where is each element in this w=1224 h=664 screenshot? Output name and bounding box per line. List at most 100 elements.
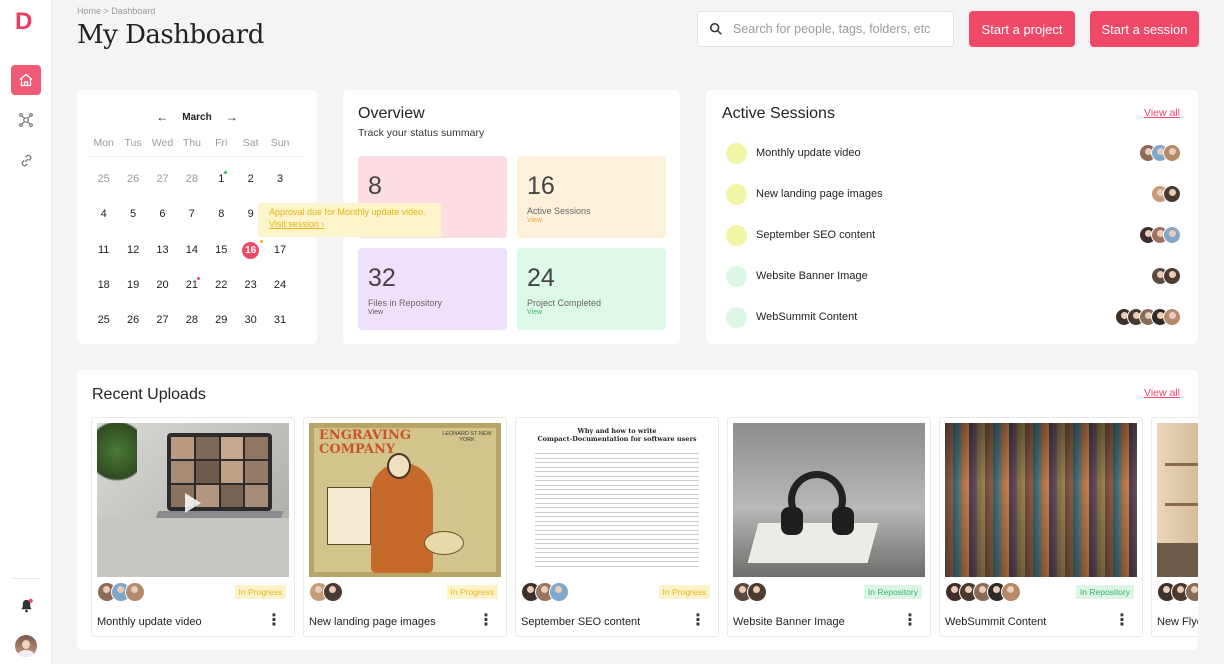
upload-avatars bbox=[1157, 582, 1198, 602]
calendar-day[interactable]: 5 bbox=[118, 208, 147, 220]
calendar-day[interactable]: 26 bbox=[118, 173, 147, 185]
stat-view-link[interactable]: View bbox=[527, 217, 656, 224]
calendar-day[interactable]: 29 bbox=[207, 314, 236, 326]
calendar-day[interactable]: 15 bbox=[207, 244, 236, 259]
session-name: Monthly update video bbox=[756, 147, 861, 159]
calendar-day[interactable]: 1 bbox=[207, 171, 236, 185]
calendar-day-today[interactable]: 16 bbox=[236, 240, 265, 259]
stat-card-files[interactable]: 32 Files in Repository View bbox=[358, 248, 507, 330]
session-item[interactable]: Website Banner Image bbox=[726, 265, 1181, 287]
upload-card[interactable]: In Progress Monthly update video ⋮ bbox=[91, 417, 295, 637]
paper-title: Why and how to write bbox=[577, 427, 657, 435]
calendar-day[interactable]: 14 bbox=[177, 244, 206, 259]
search-icon bbox=[709, 22, 722, 35]
more-options-icon[interactable]: ⋮ bbox=[1114, 613, 1130, 629]
calendar-day[interactable]: 21 bbox=[177, 277, 206, 291]
avatar bbox=[323, 582, 343, 602]
breadcrumb[interactable]: Home > Dashboard bbox=[77, 6, 155, 16]
calendar-day[interactable]: 12 bbox=[118, 244, 147, 259]
visit-session-link[interactable]: Visit session › bbox=[269, 219, 430, 229]
calendar-day[interactable]: 27 bbox=[148, 314, 177, 326]
upload-card[interactable]: ENGRAVING COMPANY LEONARD ST NEW YORK In… bbox=[303, 417, 507, 637]
weekday-label: Sat bbox=[242, 137, 259, 149]
status-badge: In Progress bbox=[234, 585, 286, 599]
calendar-day[interactable]: 11 bbox=[89, 244, 118, 259]
event-dot bbox=[196, 277, 200, 280]
sidebar-item-home[interactable] bbox=[11, 65, 41, 95]
session-status-dot bbox=[726, 306, 747, 328]
stat-view-link[interactable]: View bbox=[368, 309, 497, 316]
calendar-week: 25 26 27 28 1 2 3 bbox=[89, 171, 309, 185]
calendar-day[interactable]: 23 bbox=[236, 279, 265, 291]
app-logo[interactable]: D bbox=[15, 8, 32, 36]
more-options-icon[interactable]: ⋮ bbox=[266, 613, 282, 629]
start-session-button[interactable]: Start a session bbox=[1090, 11, 1199, 47]
calendar-day[interactable]: 8 bbox=[207, 208, 236, 220]
upload-card[interactable]: Why and how to write Compact-Documentati… bbox=[515, 417, 719, 637]
calendar-day[interactable]: 31 bbox=[265, 314, 294, 326]
session-avatars bbox=[1115, 308, 1181, 326]
user-avatar[interactable] bbox=[11, 631, 41, 661]
calendar-day[interactable]: 19 bbox=[118, 279, 147, 291]
sidebar-item-links[interactable] bbox=[11, 145, 41, 175]
weekday-label: Thu bbox=[182, 137, 201, 149]
calendar-day[interactable]: 28 bbox=[177, 173, 206, 185]
search-input[interactable] bbox=[733, 22, 943, 36]
calendar-day[interactable]: 17 bbox=[265, 244, 294, 259]
upload-thumbnail: ENGRAVING COMPANY LEONARD ST NEW YORK bbox=[309, 423, 501, 577]
calendar-day[interactable]: 27 bbox=[148, 173, 177, 185]
upload-card[interactable]: New Flye bbox=[1151, 417, 1198, 637]
calendar-day[interactable]: 2 bbox=[236, 173, 265, 185]
calendar-day-number: 21 bbox=[185, 279, 198, 291]
session-item[interactable]: WebSummit Content bbox=[726, 306, 1181, 328]
calendar-day[interactable]: 24 bbox=[265, 279, 294, 291]
next-month-button[interactable]: → bbox=[226, 110, 238, 124]
more-options-icon[interactable]: ⋮ bbox=[902, 613, 918, 629]
more-options-icon[interactable]: ⋮ bbox=[690, 613, 706, 629]
sidebar-item-network[interactable] bbox=[11, 105, 41, 135]
session-item[interactable]: September SEO content bbox=[726, 224, 1181, 246]
session-avatars bbox=[1139, 226, 1181, 244]
calendar-day[interactable]: 25 bbox=[89, 314, 118, 326]
overview-title: Overview bbox=[358, 105, 425, 122]
upload-thumbnail: Why and how to write Compact-Documentati… bbox=[521, 423, 713, 577]
session-status-dot bbox=[726, 265, 747, 287]
calendar-day[interactable]: 25 bbox=[89, 173, 118, 185]
calendar-day[interactable]: 30 bbox=[236, 314, 265, 326]
more-options-icon[interactable]: ⋮ bbox=[478, 613, 494, 629]
notifications-button[interactable] bbox=[11, 590, 41, 620]
recent-uploads-view-all[interactable]: View all bbox=[1144, 387, 1180, 399]
sidebar: D bbox=[0, 0, 52, 664]
session-item[interactable]: Monthly update video bbox=[726, 142, 1181, 164]
calendar-day[interactable]: 13 bbox=[148, 244, 177, 259]
calendar-day-number: 1 bbox=[218, 173, 225, 185]
search-bar[interactable] bbox=[697, 11, 954, 47]
start-project-button[interactable]: Start a project bbox=[969, 11, 1075, 47]
avatar bbox=[549, 582, 569, 602]
session-item[interactable]: New landing page images bbox=[726, 183, 1181, 205]
upload-name: Monthly update video bbox=[97, 616, 202, 628]
visit-session-label: Visit session bbox=[269, 219, 319, 229]
upload-name: New landing page images bbox=[309, 616, 436, 628]
upload-card[interactable]: In Repository WebSummit Content ⋮ bbox=[939, 417, 1143, 637]
calendar-day[interactable]: 20 bbox=[148, 279, 177, 291]
calendar-day[interactable]: 18 bbox=[89, 279, 118, 291]
sidebar-divider bbox=[12, 578, 40, 579]
stat-view-link[interactable]: View bbox=[527, 309, 656, 316]
upload-name: WebSummit Content bbox=[945, 616, 1047, 628]
stat-card-completed[interactable]: 24 Project Completed View bbox=[517, 248, 666, 330]
calendar-day[interactable]: 3 bbox=[265, 173, 294, 185]
calendar-day[interactable]: 6 bbox=[148, 208, 177, 220]
calendar-day[interactable]: 26 bbox=[118, 314, 147, 326]
active-sessions-view-all[interactable]: View all bbox=[1144, 107, 1180, 119]
calendar-day[interactable]: 4 bbox=[89, 208, 118, 220]
prev-month-button[interactable]: ← bbox=[156, 110, 168, 124]
upload-card[interactable]: In Repository Website Banner Image ⋮ bbox=[727, 417, 931, 637]
upload-name: September SEO content bbox=[521, 616, 641, 628]
stat-label: Active Sessions bbox=[527, 206, 591, 216]
play-icon[interactable] bbox=[185, 493, 201, 513]
calendar-day[interactable]: 28 bbox=[177, 314, 206, 326]
calendar-day[interactable]: 7 bbox=[177, 208, 206, 220]
calendar-day[interactable]: 22 bbox=[207, 279, 236, 291]
stat-card-active-sessions[interactable]: 16 Active Sessions View bbox=[517, 156, 666, 238]
